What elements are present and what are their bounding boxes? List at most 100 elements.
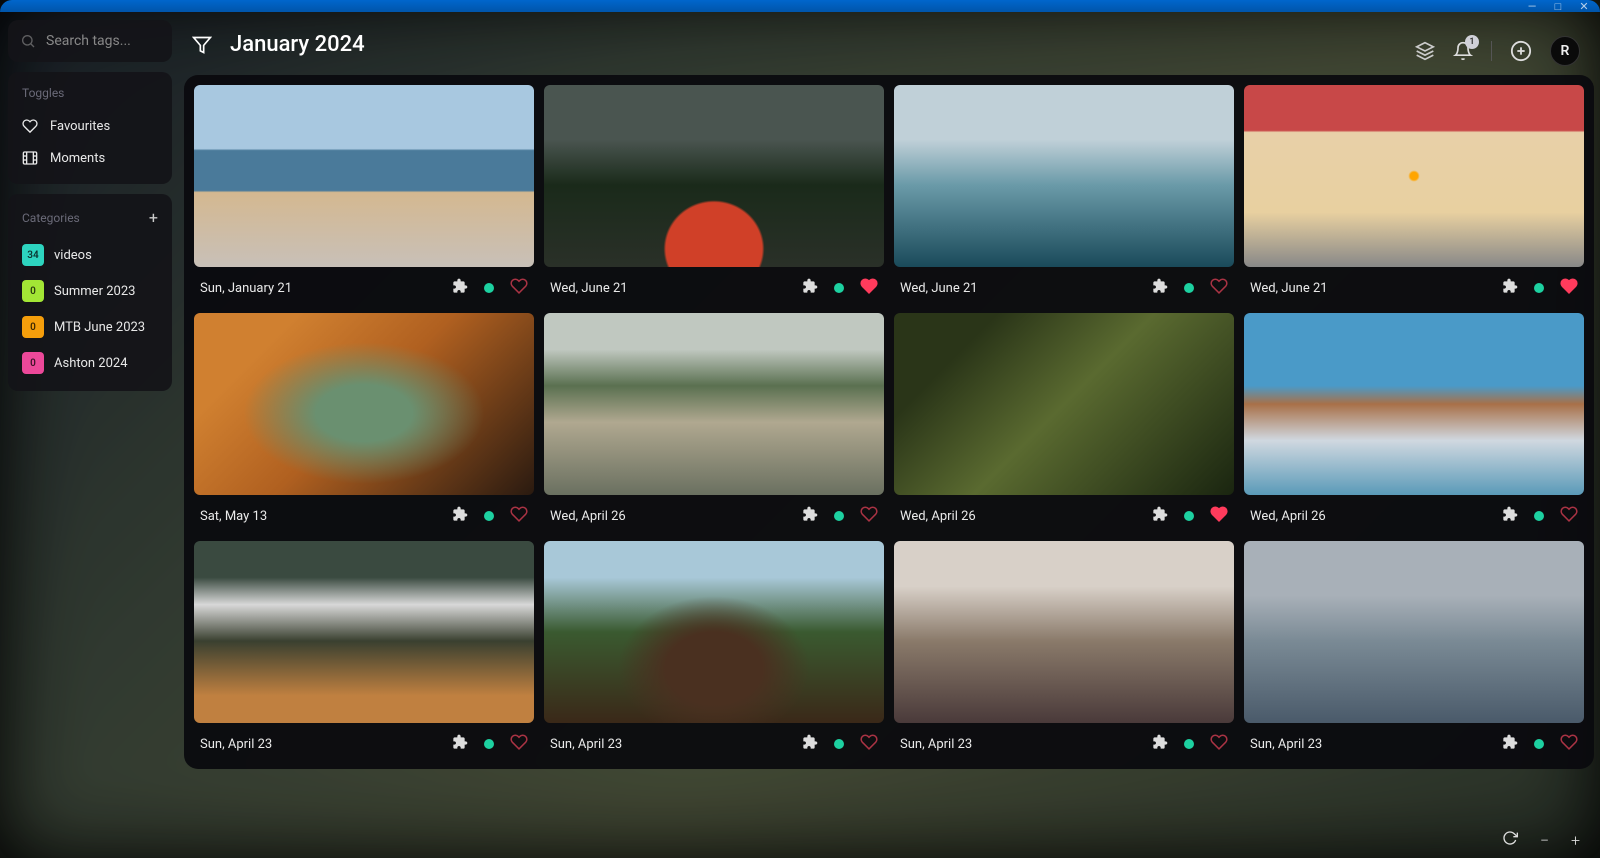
photo-thumbnail[interactable] [544,541,884,723]
category-item[interactable]: 34videos [16,237,164,273]
status-dot[interactable] [1534,511,1544,521]
card-actions [1502,733,1578,755]
status-dot[interactable] [1184,511,1194,521]
main-content[interactable]: January 2024 Sun, January 21 Wed, June 21… [180,12,1600,858]
photo-thumbnail[interactable] [894,541,1234,723]
favourite-heart-icon[interactable] [1560,277,1578,299]
favourite-heart-icon[interactable] [860,733,878,755]
favourite-heart-icon[interactable] [1210,505,1228,527]
photo-thumbnail[interactable] [1244,541,1584,723]
status-dot[interactable] [834,511,844,521]
photo-thumbnail[interactable] [894,85,1234,267]
status-dot[interactable] [1184,739,1194,749]
card-date: Sat, May 13 [200,509,267,524]
add-button[interactable] [1510,40,1532,62]
puzzle-icon[interactable] [1152,506,1168,526]
card-footer: Sun, April 23 [1244,723,1584,759]
zoom-out-button[interactable]: − [1536,829,1553,852]
status-dot[interactable] [484,283,494,293]
photo-card[interactable]: Sun, January 21 [194,85,534,303]
status-dot[interactable] [1184,283,1194,293]
favourite-heart-icon[interactable] [510,277,528,299]
category-label: Ashton 2024 [54,356,128,371]
photo-card[interactable]: Sun, April 23 [894,541,1234,759]
favourite-heart-icon[interactable] [860,277,878,299]
category-item[interactable]: 0Summer 2023 [16,273,164,309]
category-count-badge: 0 [22,352,44,374]
favourite-heart-icon[interactable] [860,505,878,527]
photo-thumbnail[interactable] [544,85,884,267]
favourite-heart-icon[interactable] [1210,277,1228,299]
toggle-moments[interactable]: Moments [16,142,164,174]
search-box[interactable] [8,20,172,62]
puzzle-icon[interactable] [1152,278,1168,298]
status-dot[interactable] [1534,739,1544,749]
photo-thumbnail[interactable] [194,541,534,723]
photo-thumbnail[interactable] [894,313,1234,495]
card-date: Wed, June 21 [550,281,628,296]
page-title: January 2024 [230,32,365,57]
status-dot[interactable] [834,283,844,293]
photo-thumbnail[interactable] [194,313,534,495]
photo-card[interactable]: Wed, June 21 [894,85,1234,303]
puzzle-icon[interactable] [802,278,818,298]
card-actions [452,277,528,299]
photo-card[interactable]: Sun, April 23 [194,541,534,759]
plus-circle-icon [1510,40,1532,62]
favourite-heart-icon[interactable] [510,505,528,527]
status-dot[interactable] [1534,283,1544,293]
film-icon [22,150,38,166]
card-footer: Sun, April 23 [894,723,1234,759]
search-input[interactable] [46,33,160,49]
avatar[interactable]: R [1550,36,1580,66]
puzzle-icon[interactable] [452,506,468,526]
favourite-heart-icon[interactable] [510,733,528,755]
card-footer: Wed, April 26 [894,495,1234,531]
layers-icon [1415,41,1435,61]
puzzle-icon[interactable] [802,734,818,754]
favourite-heart-icon[interactable] [1210,733,1228,755]
heart-icon [22,118,38,134]
puzzle-icon[interactable] [1502,734,1518,754]
zoom-in-button[interactable]: + [1567,829,1584,852]
card-footer: Wed, April 26 [1244,495,1584,531]
photo-card[interactable]: Sun, April 23 [544,541,884,759]
card-actions [802,505,878,527]
photo-card[interactable]: Wed, April 26 [544,313,884,531]
filter-icon[interactable] [192,35,212,55]
category-item[interactable]: 0 Ashton 2024 [16,345,164,381]
toggle-favourites[interactable]: Favourites [16,110,164,142]
reset-zoom-button[interactable] [1498,828,1522,852]
photo-card[interactable]: Wed, June 21 [544,85,884,303]
photo-thumbnail[interactable] [1244,313,1584,495]
card-date: Sun, January 21 [200,281,292,296]
photo-thumbnail[interactable] [1244,85,1584,267]
status-dot[interactable] [484,739,494,749]
status-dot[interactable] [484,511,494,521]
photo-card[interactable]: Wed, April 26 [894,313,1234,531]
photo-card[interactable]: Wed, June 21 [1244,85,1584,303]
favourite-heart-icon[interactable] [1560,733,1578,755]
card-date: Sun, April 23 [900,737,972,752]
puzzle-icon[interactable] [452,734,468,754]
titlebar[interactable]: — □ ✕ [0,0,1600,12]
zoom-bar: − + [1498,828,1584,852]
status-dot[interactable] [834,739,844,749]
photo-thumbnail[interactable] [194,85,534,267]
puzzle-icon[interactable] [1502,506,1518,526]
photo-card[interactable]: Wed, April 26 [1244,313,1584,531]
photo-card[interactable]: Sat, May 13 [194,313,534,531]
photo-thumbnail[interactable] [544,313,884,495]
category-item[interactable]: 0MTB June 2023 [16,309,164,345]
categories-panel: Categories + 34videos0Summer 20230MTB Ju… [8,194,172,391]
favourite-heart-icon[interactable] [1560,505,1578,527]
puzzle-icon[interactable] [1502,278,1518,298]
puzzle-icon[interactable] [452,278,468,298]
puzzle-icon[interactable] [1152,734,1168,754]
add-category-button[interactable]: + [149,208,158,227]
puzzle-icon[interactable] [802,506,818,526]
notifications-button[interactable]: 1 [1453,41,1473,61]
layers-button[interactable] [1415,41,1435,61]
card-actions [1502,277,1578,299]
photo-card[interactable]: Sun, April 23 [1244,541,1584,759]
